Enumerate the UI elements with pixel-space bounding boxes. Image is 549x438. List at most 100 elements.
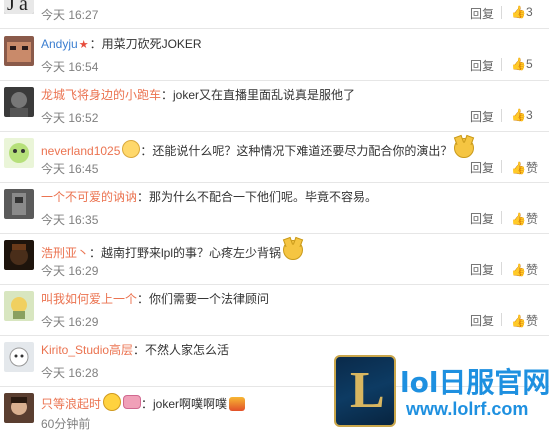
comment-time: 60分钟前 [41, 417, 91, 431]
fire-emoji-icon [229, 397, 246, 411]
avatar-image [4, 189, 34, 219]
comment-text: ：那为什么不配合一下他们呢。毕竟不容易。 [137, 190, 378, 204]
username-link[interactable]: 龙城飞将身边的小跑车 [41, 88, 161, 102]
reply-button[interactable]: 回复 [470, 210, 494, 227]
thumbs-up-icon: 👍 [511, 108, 526, 122]
username-link[interactable]: Andyju [41, 37, 78, 51]
watermark-url: www.lolrf.com [406, 399, 529, 419]
comment-content: 只等浪起时 ：joker啊噗啊噗 [41, 393, 246, 412]
separator [501, 58, 502, 71]
comment-content: 龙城飞将身边的小跑车：joker又在直播里面乱说真是服他了 [41, 87, 355, 103]
avatar-image: Ja [4, 0, 34, 14]
thumbs-up-icon: 👍 [511, 161, 526, 175]
comment-time: 今天 16:52 [41, 111, 99, 125]
comment-time: 今天 16:29 [41, 315, 99, 329]
avatar[interactable]: Ja [4, 0, 34, 14]
thumbs-up-icon: 👍 [511, 314, 526, 328]
avatar[interactable] [4, 189, 34, 219]
comment-item: 一个不可爱的讷讷：那为什么不配合一下他们呢。毕竟不容易。 今天 16:35 回复… [0, 183, 549, 234]
separator [501, 313, 502, 326]
comment-text: ：还能说什么呢？这种情况下难道还要尽力配合你的演出？ [140, 144, 453, 158]
reply-button[interactable]: 回复 [470, 57, 494, 74]
face-emoji-icon [103, 393, 122, 411]
reply-button[interactable]: 回复 [470, 108, 494, 125]
username-link[interactable]: 叫我如何爱上一个 [41, 292, 137, 306]
like-button[interactable]: 👍5 [511, 57, 533, 71]
avatar[interactable] [4, 342, 34, 372]
comment-time: 今天 16:35 [41, 213, 99, 227]
avatar-image [4, 291, 34, 321]
avatar-image [4, 393, 34, 423]
comment-item: 叫我如何爱上一个：你们需要一个法律顾问 今天 16:29 回复 👍赞 [0, 285, 549, 336]
comment-content: neverland1025 ：还能说什么呢？这种情况下难道还要尽力配合你的演出？ [41, 138, 475, 159]
thumbs-up-icon: 👍 [511, 5, 526, 19]
doge-emoji-icon [283, 240, 304, 260]
like-label: 赞 [526, 263, 539, 277]
comment-content: 一个不可爱的讷讷：那为什么不配合一下他们呢。毕竟不容易。 [41, 189, 377, 205]
comment-text: ：不然人家怎么活 [133, 343, 230, 357]
separator [501, 160, 502, 173]
avatar-image [4, 342, 34, 372]
comment-content: 叫我如何爱上一个：你们需要一个法律顾问 [41, 291, 269, 307]
like-button[interactable]: 👍3 [511, 5, 533, 19]
doge-emoji-icon [454, 138, 475, 158]
separator [501, 109, 502, 122]
separator [501, 211, 502, 224]
comment-text: ：joker又在直播里面乱说真是服他了 [161, 88, 356, 102]
comment-time: 今天 16:54 [41, 60, 99, 74]
like-button[interactable]: 👍赞 [511, 261, 538, 278]
avatar[interactable] [4, 291, 34, 321]
avatar-image [4, 138, 34, 168]
like-button[interactable]: 👍赞 [511, 312, 538, 329]
reply-button[interactable]: 回复 [470, 159, 494, 176]
avatar[interactable] [4, 138, 34, 168]
watermark-title: lol日服官网 [400, 366, 549, 399]
comment-text: ：用菜刀砍死JOKER [89, 37, 202, 51]
svg-text:J: J [7, 0, 15, 14]
like-button[interactable]: 👍赞 [511, 159, 538, 176]
username-link[interactable]: Kirito_Studio高层 [41, 343, 133, 357]
lol-logo-icon: L [334, 355, 396, 427]
comment-content: 浩刑亚丶：越南打野来lpl的事？心疼左少背锅 [41, 240, 304, 261]
comment-item: Ja 今天 16:27 回复 👍3 [0, 0, 549, 29]
username-link[interactable]: 浩刑亚丶 [41, 246, 89, 260]
separator [501, 6, 502, 19]
like-count: 3 [526, 108, 533, 122]
like-button[interactable]: 👍3 [511, 108, 533, 122]
avatar-image [4, 87, 34, 117]
reply-button[interactable]: 回复 [470, 261, 494, 278]
comment-time: 今天 16:28 [41, 366, 99, 380]
comment-item: 浩刑亚丶：越南打野来lpl的事？心疼左少背锅 今天 16:29 回复 👍赞 [0, 234, 549, 285]
comment-time: 今天 16:45 [41, 162, 99, 176]
avatar[interactable] [4, 87, 34, 117]
avatar[interactable] [4, 393, 34, 423]
comment-feed: Ja 今天 16:27 回复 👍3 Andyju★：用菜刀砍死JOKER 今天 … [0, 0, 549, 431]
comment-item: neverland1025 ：还能说什么呢？这种情况下难道还要尽力配合你的演出？ … [0, 132, 549, 183]
logo-letter: L [350, 362, 385, 419]
avatar-image [4, 36, 34, 66]
thumbs-up-icon: 👍 [511, 212, 526, 226]
star-badge-icon: ★ [78, 39, 89, 51]
reply-button[interactable]: 回复 [470, 312, 494, 329]
username-link[interactable]: 只等浪起时 [41, 397, 101, 411]
site-watermark: L lol日服官网 www.lolrf.com [334, 355, 549, 428]
comment-item: Andyju★：用菜刀砍死JOKER 今天 16:54 回复 👍5 [0, 30, 549, 81]
avatar[interactable] [4, 36, 34, 66]
avatar-image [4, 240, 34, 270]
like-button[interactable]: 👍赞 [511, 210, 538, 227]
separator [501, 262, 502, 275]
divider [0, 28, 549, 29]
heart-emoji-icon [123, 395, 142, 409]
comment-time: 今天 16:29 [41, 264, 99, 278]
comment-text: ：joker啊噗啊噗 [141, 397, 228, 411]
comment-content: Andyju★：用菜刀砍死JOKER [41, 36, 202, 53]
comment-text: ：越南打野来lpl的事？心疼左少背锅 [89, 246, 282, 260]
username-link[interactable]: neverland1025 [41, 144, 120, 158]
username-link[interactable]: 一个不可爱的讷讷 [41, 190, 137, 204]
comment-item: 龙城飞将身边的小跑车：joker又在直播里面乱说真是服他了 今天 16:52 回… [0, 81, 549, 132]
thumbs-up-icon: 👍 [511, 263, 526, 277]
comment-time: 今天 16:27 [41, 8, 99, 22]
avatar[interactable] [4, 240, 34, 270]
reply-button[interactable]: 回复 [470, 5, 494, 22]
like-count: 5 [526, 57, 533, 71]
